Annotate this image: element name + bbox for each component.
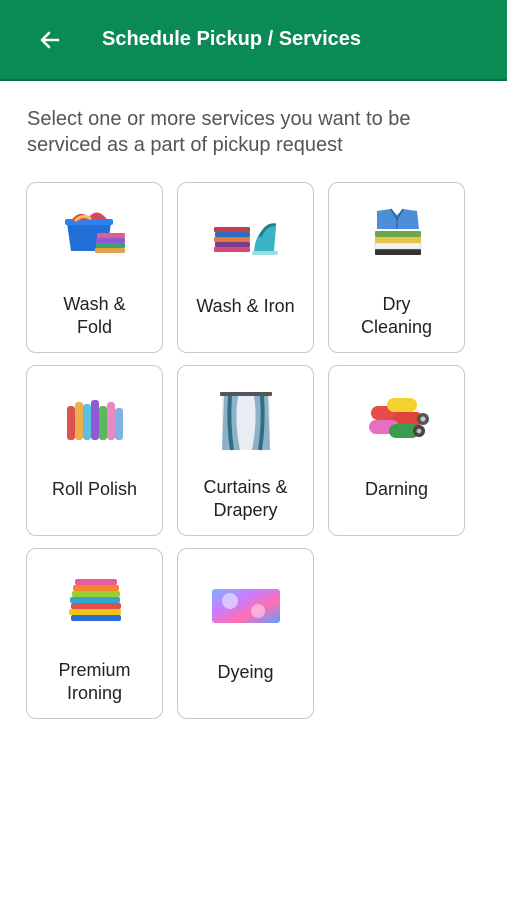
dye-fabric-icon bbox=[212, 589, 280, 623]
service-label: Dyeing bbox=[217, 662, 274, 682]
arrow-left-icon bbox=[40, 31, 60, 49]
service-label: Wash & Iron bbox=[196, 296, 295, 316]
service-card-wash-fold[interactable]: Wash & Fold bbox=[26, 182, 163, 353]
service-card-premium-ironing[interactable]: Premium Ironing bbox=[26, 548, 163, 719]
service-label: Premium Ironing bbox=[58, 660, 131, 703]
service-label: Dry Cleaning bbox=[360, 294, 433, 337]
intro-text: Select one or more services you want to … bbox=[27, 108, 411, 156]
service-label: Wash & Fold bbox=[63, 294, 126, 337]
towel-stack-icon bbox=[69, 579, 121, 621]
laundry-basket-icon bbox=[65, 212, 125, 253]
curtains-icon bbox=[220, 392, 272, 451]
folded-shirts-icon bbox=[374, 208, 422, 255]
service-card-darning[interactable]: Darning bbox=[328, 365, 465, 536]
service-card-roll-polish[interactable]: Roll Polish bbox=[26, 365, 163, 536]
service-card-curtains-drapery[interactable]: Curtains & Drapery bbox=[177, 365, 314, 536]
service-card-wash-iron[interactable]: Wash & Iron bbox=[177, 182, 314, 353]
services-grid: Wash & Fold Wash & Iron Dry Cleaning Rol… bbox=[26, 182, 465, 719]
service-label: Roll Polish bbox=[51, 479, 138, 499]
service-card-dry-cleaning[interactable]: Dry Cleaning bbox=[328, 182, 465, 353]
service-label: Darning bbox=[364, 479, 429, 499]
back-button[interactable] bbox=[36, 26, 64, 54]
fabric-rolls-icon bbox=[67, 400, 123, 440]
page-title: Schedule Pickup / Services bbox=[102, 28, 362, 50]
service-label: Curtains & Drapery bbox=[203, 477, 288, 520]
thread-spools-icon bbox=[369, 398, 429, 438]
service-card-dyeing[interactable]: Dyeing bbox=[177, 548, 314, 719]
iron-clothes-icon bbox=[214, 223, 278, 255]
app-header: Schedule Pickup / Services bbox=[0, 0, 507, 81]
